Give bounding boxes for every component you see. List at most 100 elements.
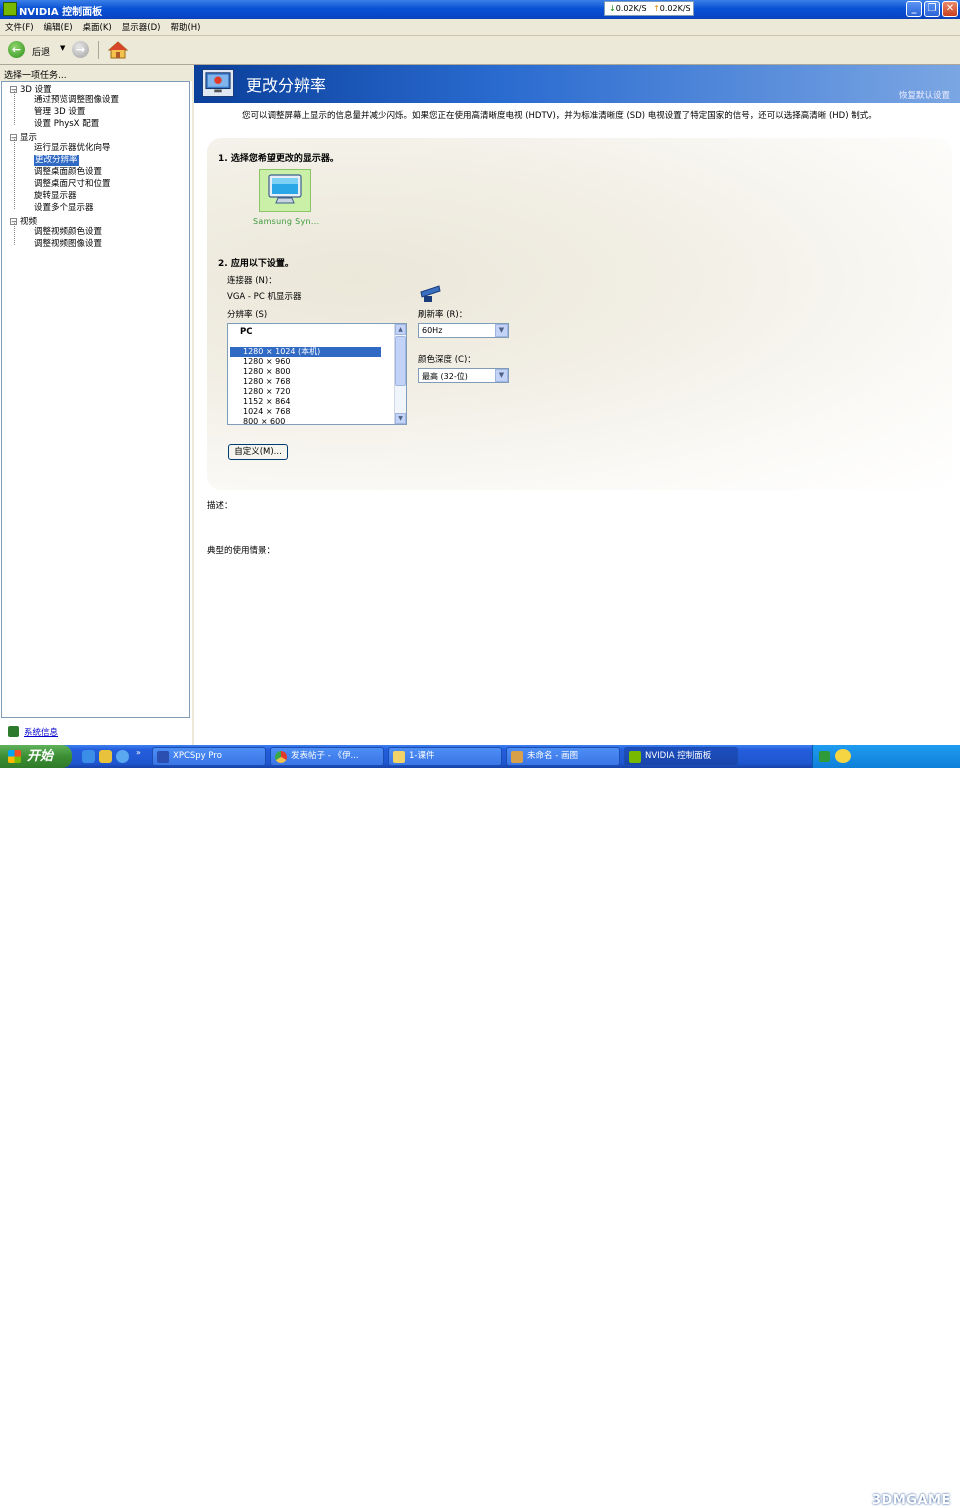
taskbar-item-folder[interactable]: 1-课件 [388, 747, 502, 766]
task-pane-header: 选择一项任务... [0, 65, 192, 81]
system-tray [812, 745, 960, 768]
resolution-option[interactable]: 1152 × 864 [230, 397, 381, 407]
toolbar: ← 后退 ▼ → [0, 36, 960, 65]
network-speed-widget: ↓0.02K/S ↑0.02K/S [604, 1, 694, 16]
taskbar: 开始 » XPCSpy Pro 发表帖子 - 《伊... 1-课件 未命名 - … [0, 745, 960, 1508]
upload-speed: 0.02K/S [659, 4, 691, 13]
resolution-list[interactable]: PC 1280 × 1024 (本机) 1280 × 960 1280 × 80… [227, 323, 407, 425]
upload-arrow-icon: ↑ [653, 4, 660, 13]
home-icon[interactable] [108, 41, 128, 59]
chevron-down-icon[interactable]: ▼ [495, 369, 508, 382]
menu-edit[interactable]: 编辑(E) [39, 19, 78, 33]
resolution-option[interactable]: 1280 × 1024 (本机) [230, 347, 381, 357]
step2-heading: 2. 应用以下设置。 [218, 259, 294, 269]
restore-defaults-link[interactable]: 恢复默认设置 [899, 89, 950, 101]
tray-mascot-icon[interactable] [835, 749, 851, 763]
custom-button[interactable]: 自定义(M)... [228, 444, 288, 460]
windows-logo-icon [8, 750, 21, 763]
page-intro: 您可以调整屏幕上显示的信息量并减少闪烁。如果您正在使用高清晰度电视 (HDTV)… [242, 111, 877, 121]
tree-item-display-wizard[interactable]: 运行显示器优化向导 [34, 143, 111, 154]
chevron-down-icon[interactable]: ▼ [495, 324, 508, 337]
pane-splitter[interactable] [192, 65, 194, 745]
back-arrow-icon[interactable]: ← [8, 41, 25, 58]
tree-category-display[interactable]: − 显示 [10, 133, 37, 144]
page-banner: 更改分辨率 恢复默认设置 [194, 65, 960, 103]
back-button-label[interactable]: 后退 [32, 45, 50, 58]
menu-help[interactable]: 帮助(H) [165, 19, 205, 33]
window-title: NVIDIA 控制面板 [19, 7, 103, 18]
scroll-down-icon[interactable]: ▼ [395, 413, 406, 424]
resolution-option[interactable]: 1280 × 960 [230, 357, 381, 367]
system-info-link[interactable]: 系统信息 [8, 726, 58, 738]
tree-guide-line [14, 139, 15, 209]
taskbar-item-nvidia[interactable]: NVIDIA 控制面板 [624, 747, 738, 766]
quick-launch-icon[interactable] [99, 750, 112, 763]
connector-label: 连接器 (N)： [227, 276, 277, 286]
menu-file[interactable]: 文件(F) [0, 19, 39, 33]
color-depth-label: 颜色深度 (C)： [418, 355, 476, 365]
tree-item-video-image[interactable]: 调整视频图像设置 [34, 239, 102, 250]
ie-icon[interactable] [116, 750, 129, 763]
taskbar-item-forum-post[interactable]: 发表帖子 - 《伊... [270, 747, 384, 766]
back-dropdown-icon[interactable]: ▼ [60, 44, 65, 52]
tree-item-multiple-displays[interactable]: 设置多个显示器 [34, 203, 94, 214]
task-tree: −3D 设置 通过预览调整图像设置 管理 3D 设置 设置 PhysX 配置 −… [1, 81, 190, 718]
resolution-option[interactable]: 1024 × 768 [230, 407, 381, 417]
download-speed: 0.02K/S [615, 4, 647, 13]
resolution-scrollbar[interactable]: ▲ ▼ [394, 324, 406, 424]
xpcspy-icon [157, 751, 169, 763]
resolution-group-header: PC [240, 327, 253, 337]
tree-item-preview-image-settings[interactable]: 通过预览调整图像设置 [34, 95, 119, 106]
tree-item-rotate-display[interactable]: 旋转显示器 [34, 191, 77, 202]
watermark-logo: 3DMGAME [872, 1493, 951, 1508]
chrome-icon [275, 751, 287, 763]
resolution-option[interactable]: 1280 × 800 [230, 367, 381, 377]
color-depth-select[interactable]: 最高 (32-位) ▼ [418, 368, 509, 383]
taskbar-item-paint[interactable]: 未命名 - 画图 [506, 747, 620, 766]
download-arrow-icon: ↓ [609, 4, 616, 13]
connector-value: VGA - PC 机显示器 [227, 292, 302, 302]
collapse-icon[interactable]: − [10, 218, 17, 226]
tree-item-change-resolution[interactable]: 更改分辨率 [34, 155, 79, 166]
show-desktop-icon[interactable] [82, 750, 95, 763]
tree-item-desktop-size[interactable]: 调整桌面尺寸和位置 [34, 179, 111, 190]
scroll-thumb[interactable] [395, 336, 406, 386]
usage-label: 典型的使用情景： [207, 546, 276, 556]
resolution-label: 分辨率 (S) [227, 310, 268, 320]
settings-panel [207, 138, 952, 490]
menu-desktop[interactable]: 桌面(K) [78, 19, 117, 33]
display-name-label[interactable]: Samsung Syn... [253, 217, 319, 226]
collapse-icon[interactable]: − [10, 134, 17, 142]
menu-display[interactable]: 显示器(D) [117, 19, 166, 33]
resolution-option[interactable]: 1280 × 720 [230, 387, 381, 397]
refresh-rate-select[interactable]: 60Hz ▼ [418, 323, 509, 338]
quick-launch-more-icon[interactable]: » [136, 748, 144, 757]
folder-icon [393, 751, 405, 763]
menu-bar: 文件(F) 编辑(E) 桌面(K) 显示器(D) 帮助(H) [0, 19, 960, 36]
forward-arrow-icon[interactable]: → [72, 41, 89, 58]
tray-icon[interactable] [819, 751, 830, 762]
step1-heading: 1. 选择您希望更改的显示器。 [218, 154, 339, 164]
close-button[interactable]: ✕ [942, 1, 958, 17]
nvidia-logo-icon [3, 2, 17, 16]
tree-item-desktop-color[interactable]: 调整桌面颜色设置 [34, 167, 102, 178]
start-button[interactable]: 开始 [0, 745, 72, 768]
page-title: 更改分辨率 [246, 76, 327, 95]
resolution-option[interactable]: 1280 × 768 [230, 377, 381, 387]
maximize-button[interactable]: ❐ [924, 1, 940, 17]
vga-connector-icon [420, 285, 441, 302]
tree-item-video-color[interactable]: 调整视频颜色设置 [34, 227, 102, 238]
nvidia-icon [629, 751, 641, 763]
monitor-icon[interactable] [266, 173, 304, 205]
tree-item-manage-3d[interactable]: 管理 3D 设置 [34, 107, 85, 118]
tree-category-video[interactable]: − 视频 [10, 217, 37, 228]
taskbar-item-xpcspy[interactable]: XPCSpy Pro [152, 747, 266, 766]
scroll-up-icon[interactable]: ▲ [395, 324, 406, 335]
toolbar-separator [98, 41, 99, 59]
minimize-button[interactable]: _ [906, 1, 922, 17]
collapse-icon[interactable]: − [10, 86, 17, 94]
tree-item-physx[interactable]: 设置 PhysX 配置 [34, 119, 99, 130]
description-label: 描述： [207, 501, 233, 511]
resolution-option[interactable]: 800 × 600 [230, 417, 381, 424]
refresh-rate-value: 60Hz [422, 326, 443, 335]
